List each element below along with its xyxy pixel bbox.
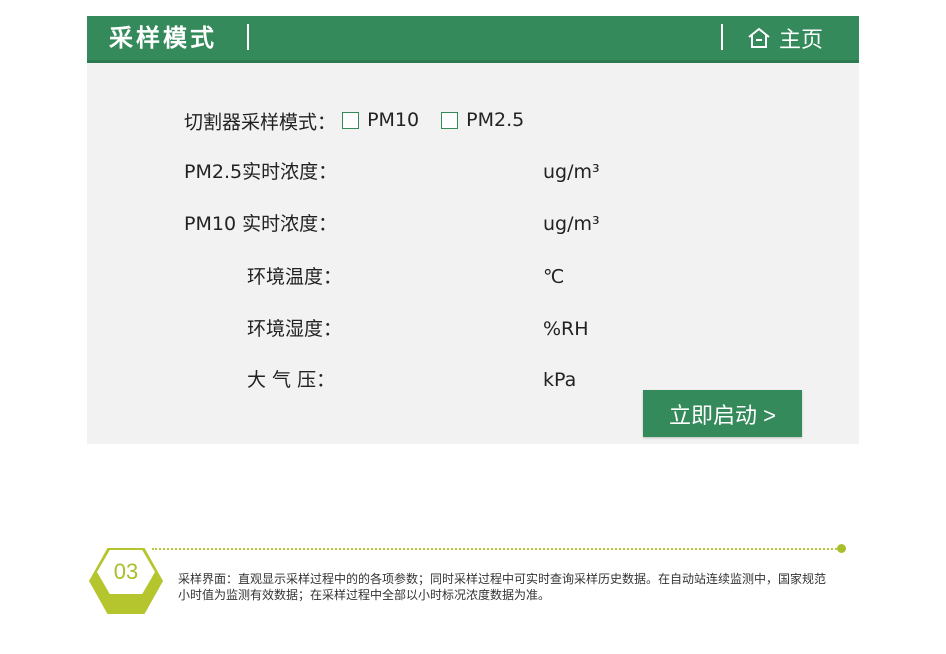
option-pm10[interactable]: PM10: [342, 107, 419, 133]
temperature-label: 环境温度：: [247, 266, 343, 288]
cutter-mode-label: 切割器采样模式：: [184, 111, 337, 134]
header-bar: 采样模式 主页: [87, 16, 859, 63]
pressure-unit: kPa: [543, 369, 577, 391]
pm25-checkbox[interactable]: [441, 111, 459, 129]
pm25-label: PM2.5: [466, 109, 525, 131]
start-now-button[interactable]: 立即启动 >: [643, 390, 802, 437]
home-label: 主页: [779, 28, 824, 53]
pressure-label: 大 气 压：: [247, 369, 336, 391]
pm25-unit: ug/m³: [543, 161, 600, 183]
dotted-divider: [152, 548, 840, 550]
option-pm25[interactable]: PM2.5: [441, 107, 524, 133]
temperature-unit: ℃: [543, 266, 565, 288]
header-divider: [721, 24, 723, 50]
pm10-label-text: PM10 实时浓度：: [184, 213, 338, 235]
home-button[interactable]: 主页: [747, 22, 823, 54]
pm10-label: PM10: [367, 109, 420, 131]
cutter-mode-row: 切割器采样模式： PM10 PM2.5: [184, 107, 540, 136]
pm10-unit: ug/m³: [543, 213, 600, 235]
divider-end-dot: [837, 544, 846, 553]
header-divider: [247, 24, 249, 50]
pm25-label-text: PM2.5实时浓度：: [184, 161, 338, 183]
pm10-checkbox[interactable]: [342, 111, 360, 129]
humidity-unit: %RH: [543, 318, 589, 340]
sampling-panel: 采样模式 主页 切割器采样模式： PM10 PM2.5 PM2.5实时浓度： u…: [87, 16, 859, 444]
home-icon: [748, 27, 770, 48]
feature-description: 采样界面：直观显示采样过程中的的各项参数；同时采样过程中可实时查询采样历史数据。…: [178, 572, 827, 602]
page-title: 采样模式: [109, 24, 217, 52]
humidity-label: 环境湿度：: [247, 318, 343, 340]
